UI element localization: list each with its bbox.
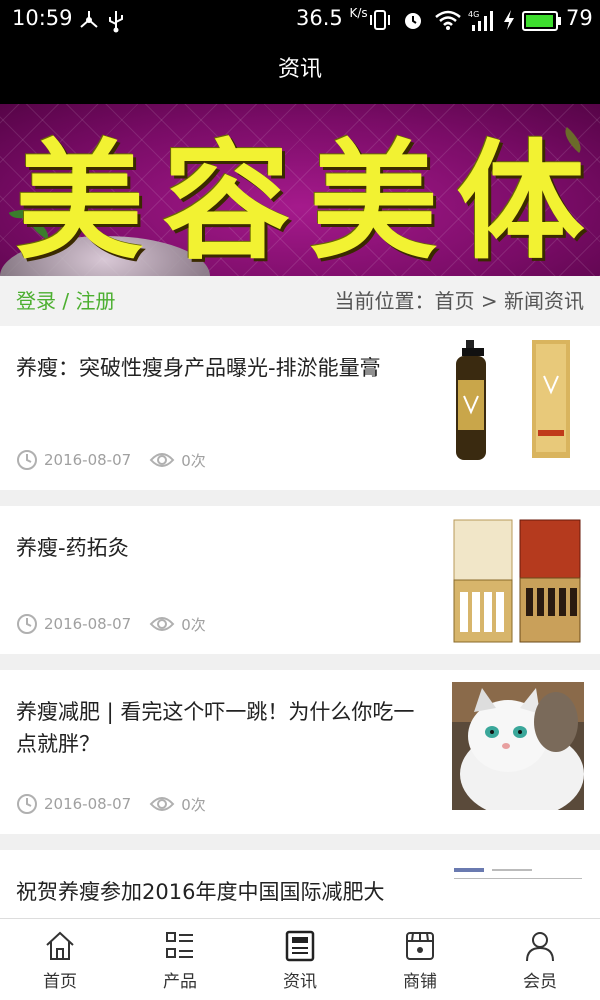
status-time: 10:59 (12, 6, 73, 30)
wifi-icon (434, 9, 462, 35)
page-title: 资讯 (277, 57, 322, 82)
home-icon (46, 931, 74, 960)
eye-icon (149, 617, 175, 631)
register-link[interactable]: 注册 (75, 289, 115, 313)
promo-banner[interactable]: 美 容 美 体 (0, 104, 600, 276)
nav-label: 商铺 (403, 972, 437, 992)
clock-icon (17, 614, 37, 634)
auth-separator: / (56, 289, 76, 313)
nav-label: 会员 (523, 972, 557, 992)
news-meta: 2016-08-07 0次 (16, 792, 206, 816)
nav-item-shop[interactable]: 商铺 (360, 919, 480, 1000)
current-location: 当前位置：首页 > 新闻资讯 (334, 289, 584, 313)
nav-item-news[interactable]: 资讯 (240, 919, 360, 1000)
news-thumbnail[interactable] (452, 336, 584, 476)
charging-icon (502, 9, 516, 35)
vibrate-icon (368, 9, 392, 35)
news-date: 2016-08-07 (44, 615, 132, 633)
banner-char: 体 (456, 126, 585, 277)
nav-item-products[interactable]: 产品 (120, 919, 240, 1000)
news-date: 2016-08-07 (44, 451, 132, 469)
shop-icon (406, 932, 434, 960)
status-bar: 10:59 36.5 K/s 4G 79 (0, 0, 600, 40)
breadcrumb: 登录 / 注册 当前位置：首页 > 新闻资讯 (0, 276, 600, 326)
news-list: 养瘦：突破性瘦身产品曝光-排淤能量膏 2016-08-07 0次 养瘦-药拓灸 … (0, 326, 600, 1000)
battery-icon (522, 11, 562, 35)
news-item[interactable]: 养瘦-药拓灸 2016-08-07 0次 (0, 506, 600, 670)
news-item[interactable]: 养瘦：突破性瘦身产品曝光-排淤能量膏 2016-08-07 0次 (0, 326, 600, 506)
banner-char: 美 (15, 126, 144, 277)
network-speed: 36.5 (296, 6, 343, 30)
nav-label: 产品 (163, 972, 197, 992)
banner-char: 容 (162, 126, 291, 277)
eye-icon (149, 453, 175, 467)
login-link[interactable]: 登录 (16, 289, 56, 313)
member-icon (526, 932, 554, 962)
product-list-icon (166, 932, 193, 958)
nav-item-home[interactable]: 首页 (0, 919, 120, 1000)
bottom-nav: 首页 产品 资讯 商铺 会员 (0, 918, 600, 1000)
svg-text:4G: 4G (468, 10, 479, 19)
banner-char: 美 (309, 126, 438, 277)
news-thumbnail[interactable] (452, 682, 584, 810)
news-meta: 2016-08-07 0次 (16, 612, 206, 636)
news-thumbnail[interactable] (452, 518, 584, 646)
battery-level: 79 (566, 6, 593, 30)
signal-4g-icon: 4G (468, 9, 496, 35)
clock-icon (17, 450, 37, 470)
news-date: 2016-08-07 (44, 795, 132, 813)
news-title[interactable]: 祝贺养瘦参加2016年度中国国际减肥大 (16, 876, 426, 908)
usb-icon (106, 9, 126, 37)
news-item[interactable]: 养瘦减肥 | 看完这个吓一跳！为什么你吃一点就胖？ 2016-08-07 0次 (0, 670, 600, 850)
news-views: 0次 (181, 451, 206, 470)
nav-label: 首页 (43, 972, 77, 992)
news-icon (285, 930, 315, 962)
auth-links: 登录 / 注册 (16, 276, 115, 326)
eye-icon (149, 797, 175, 811)
news-views: 0次 (181, 615, 206, 634)
news-meta: 2016-08-07 0次 (16, 448, 206, 472)
news-views: 0次 (181, 795, 206, 814)
news-title[interactable]: 养瘦：突破性瘦身产品曝光-排淤能量膏 (16, 352, 426, 384)
news-title[interactable]: 养瘦减肥 | 看完这个吓一跳！为什么你吃一点就胖？ (16, 696, 426, 760)
usb-share-icon (78, 9, 100, 35)
alarm-icon (402, 9, 424, 35)
page-title-bar: 资讯 (0, 40, 600, 104)
nav-item-member[interactable]: 会员 (480, 919, 600, 1000)
clock-icon (17, 794, 37, 814)
news-title[interactable]: 养瘦-药拓灸 (16, 532, 426, 564)
network-speed-unit: K/s (349, 6, 368, 20)
banner-title: 美 容 美 体 (0, 104, 600, 277)
nav-label: 资讯 (283, 972, 317, 992)
